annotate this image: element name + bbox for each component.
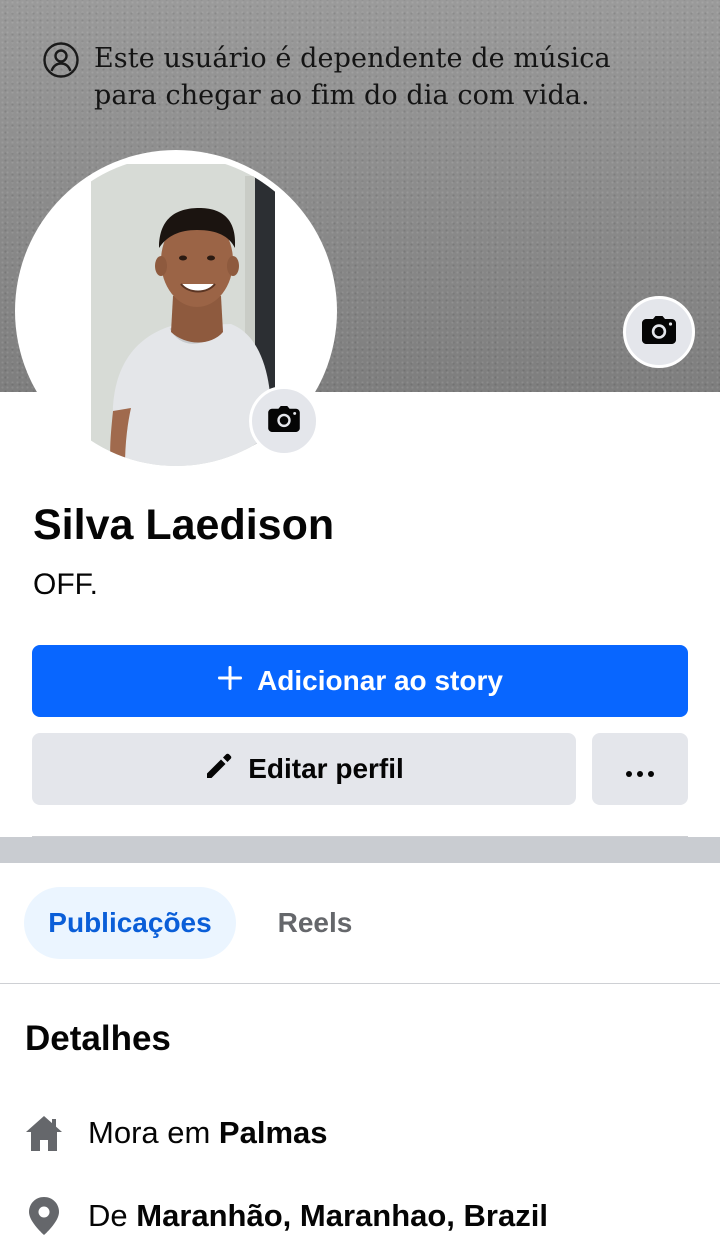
more-dots-icon bbox=[625, 753, 655, 785]
lives-in-prefix: Mora em bbox=[88, 1115, 219, 1150]
cover-quote-line-2: para chegar ao fim do dia com vida. bbox=[94, 80, 590, 111]
detail-lives-in: Mora em Palmas bbox=[24, 1113, 328, 1153]
section-separator bbox=[0, 837, 720, 863]
tab-publicacoes-label: Publicações bbox=[48, 907, 212, 938]
cover-quote-line-1: Este usuário é dependente de música bbox=[94, 43, 611, 74]
tab-reels-label: Reels bbox=[277, 907, 353, 938]
home-icon bbox=[24, 1113, 64, 1153]
plus-icon bbox=[217, 665, 243, 698]
add-to-story-button[interactable]: Adicionar ao story bbox=[32, 645, 688, 717]
edit-profile-button[interactable]: Editar perfil bbox=[32, 733, 576, 805]
profile-name: Silva Laedison bbox=[33, 501, 335, 549]
edit-profile-picture-button[interactable] bbox=[249, 386, 319, 456]
profile-bio: OFF. bbox=[33, 568, 98, 601]
edit-cover-photo-button[interactable] bbox=[623, 296, 695, 368]
tab-reels[interactable]: Reels bbox=[256, 887, 374, 959]
edit-profile-label: Editar perfil bbox=[248, 753, 404, 784]
cover-quote-block: Este usuário é dependente de música para… bbox=[42, 40, 662, 114]
tabs-divider bbox=[0, 983, 720, 984]
profile-picture-frame bbox=[15, 150, 337, 472]
more-options-button[interactable] bbox=[592, 733, 688, 805]
details-heading: Detalhes bbox=[25, 1019, 171, 1058]
add-to-story-label: Adicionar ao story bbox=[257, 665, 503, 696]
lives-in-text: Mora em Palmas bbox=[88, 1113, 328, 1153]
camera-icon bbox=[268, 405, 300, 437]
lives-in-city[interactable]: Palmas bbox=[219, 1115, 328, 1150]
from-prefix: De bbox=[88, 1198, 137, 1233]
tab-publicacoes[interactable]: Publicações bbox=[24, 887, 236, 959]
person-circle-icon bbox=[42, 41, 80, 79]
from-text: De Maranhão, Maranhao, Brazil bbox=[88, 1196, 548, 1236]
camera-icon bbox=[642, 315, 676, 349]
from-place[interactable]: Maranhão, Maranhao, Brazil bbox=[136, 1198, 548, 1233]
location-pin-icon bbox=[24, 1196, 64, 1236]
detail-from: De Maranhão, Maranhao, Brazil bbox=[24, 1196, 548, 1236]
cover-quote-text: Este usuário é dependente de música para… bbox=[94, 40, 654, 114]
pencil-icon bbox=[204, 751, 234, 788]
